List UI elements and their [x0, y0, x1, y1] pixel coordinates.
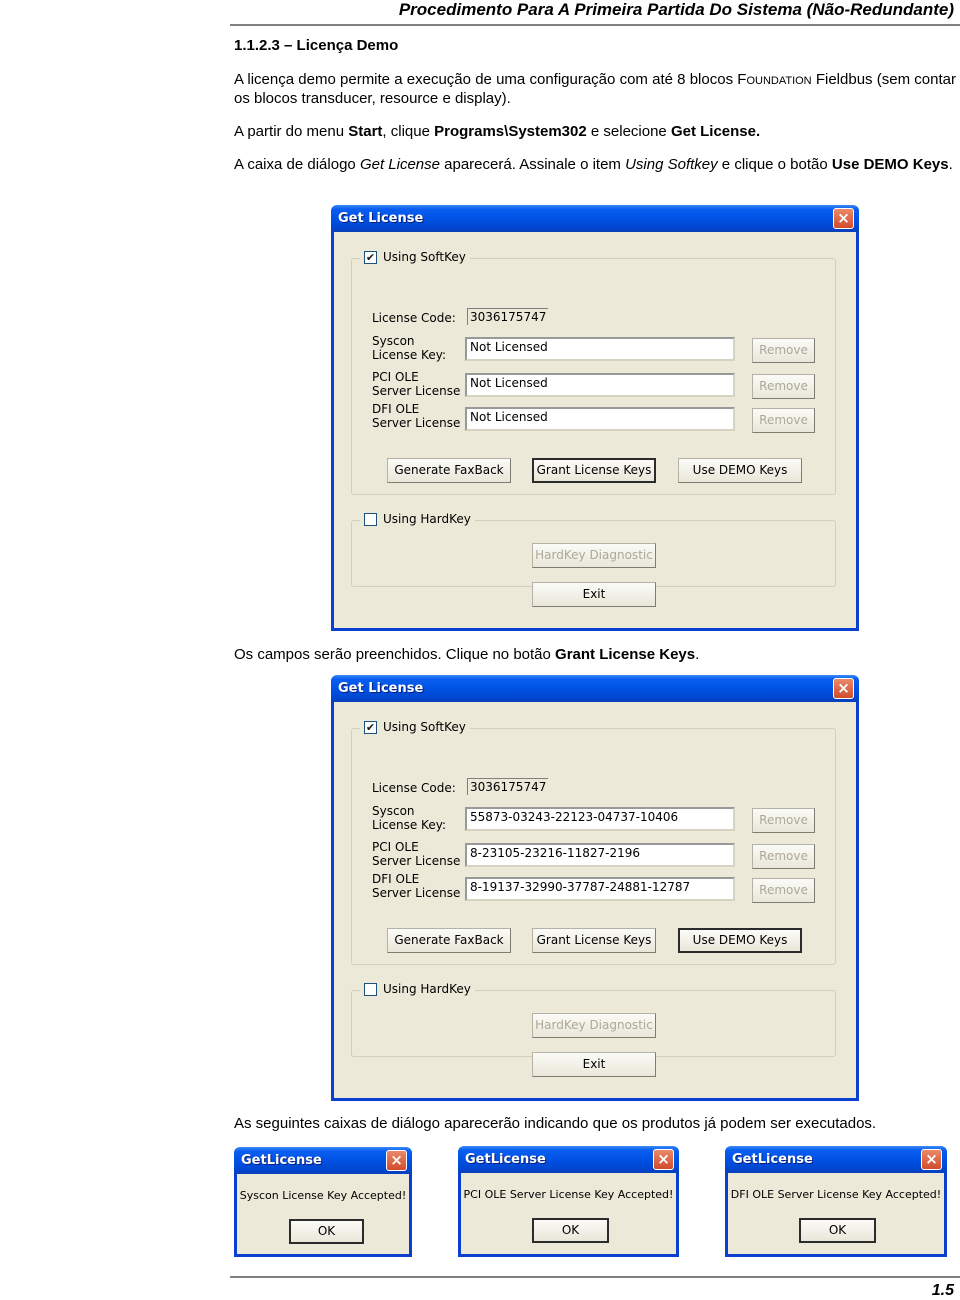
grant-license-keys-button[interactable]: Grant License Keys [532, 928, 656, 953]
pci-ole-license-label: PCI OLE Server License [372, 840, 461, 868]
close-icon[interactable]: × [921, 1149, 942, 1170]
using-softkey-checkbox[interactable]: ✔ [364, 720, 377, 734]
fields-filled-instruction: Os campos serão preenchidos. Clique no b… [234, 646, 700, 663]
use-demo-keys-button[interactable]: Use DEMO Keys [678, 928, 802, 953]
messagebox-text: DFI OLE Server License Key Accepted! [730, 1188, 942, 1201]
menu-instruction: A partir do menu Start, clique Programs\… [234, 123, 761, 140]
pci-ole-license-field[interactable]: 8-23105-23216-11827-2196 [465, 843, 735, 867]
using-softkey-label: Using SoftKey [383, 250, 466, 264]
using-hardkey-label: Using HardKey [383, 982, 471, 996]
footer-divider [230, 1276, 960, 1278]
exit-button[interactable]: Exit [532, 1052, 656, 1077]
using-hardkey-checkbox[interactable] [364, 512, 377, 526]
softkey-group: ✔ Using SoftKey License Code: 3036175747… [351, 720, 836, 965]
messagebox-title: GetLicense [241, 1153, 322, 1168]
license-code-value: 3036175747 [467, 308, 549, 325]
dialog-titlebar[interactable]: Get License × [331, 675, 859, 702]
license-code-label: License Code: [372, 311, 456, 325]
ok-button[interactable]: OK [799, 1218, 876, 1243]
license-code-label: License Code: [372, 781, 456, 795]
using-softkey-checkbox[interactable]: ✔ [364, 250, 377, 264]
hardkey-group: Using HardKey HardKey Diagnostic [351, 982, 836, 1057]
dfi-ole-license-label: DFI OLE Server License [372, 402, 461, 430]
syscon-license-label: Syscon License Key: [372, 334, 446, 362]
dialog-instruction: A caixa de diálogo Get License aparecerá… [234, 156, 953, 173]
remove-pci-button[interactable]: Remove [752, 844, 815, 869]
dialog-title: Get License [338, 681, 424, 696]
dfi-ole-license-label: DFI OLE Server License [372, 872, 461, 900]
grant-license-keys-button[interactable]: Grant License Keys [532, 458, 656, 483]
messagebox-text: Syscon License Key Accepted! [239, 1189, 407, 1202]
page-number: 1.5 [931, 1282, 954, 1299]
dfi-ole-license-field[interactable]: Not Licensed [465, 407, 735, 431]
messagebox-title: GetLicense [465, 1152, 546, 1167]
using-softkey-label: Using SoftKey [383, 720, 466, 734]
header-divider [230, 24, 960, 26]
generate-faxback-button[interactable]: Generate FaxBack [387, 928, 511, 953]
dialog-titlebar[interactable]: Get License × [331, 205, 859, 232]
messagebox-titlebar: GetLicense × [234, 1147, 412, 1174]
dfi-ole-license-field[interactable]: 8-19137-32990-37787-24881-12787 [465, 877, 735, 901]
use-demo-keys-button[interactable]: Use DEMO Keys [678, 458, 802, 483]
messagebox-titlebar: GetLicense × [725, 1146, 947, 1173]
license-code-value: 3036175747 [467, 778, 549, 795]
remove-syscon-button[interactable]: Remove [752, 338, 815, 363]
ok-button[interactable]: OK [289, 1219, 364, 1244]
hardkey-diagnostic-button[interactable]: HardKey Diagnostic [532, 1013, 656, 1038]
get-license-dialog-initial: Get License × ✔ Using SoftKey License Co… [331, 205, 859, 631]
dialog-title: Get License [338, 211, 424, 226]
remove-dfi-button[interactable]: Remove [752, 408, 815, 433]
page-header-title: Procedimento Para A Primeira Partida Do … [398, 0, 954, 19]
softkey-group: ✔ Using SoftKey License Code: 3036175747… [351, 250, 836, 495]
generate-faxback-button[interactable]: Generate FaxBack [387, 458, 511, 483]
ok-button[interactable]: OK [532, 1218, 609, 1243]
pci-ole-accepted-messagebox: GetLicense × PCI OLE Server License Key … [458, 1146, 679, 1257]
remove-dfi-button[interactable]: Remove [752, 878, 815, 903]
pci-ole-license-label: PCI OLE Server License [372, 370, 461, 398]
exit-button[interactable]: Exit [532, 582, 656, 607]
messagebox-text: PCI OLE Server License Key Accepted! [463, 1188, 674, 1201]
hardkey-diagnostic-button[interactable]: HardKey Diagnostic [532, 543, 656, 568]
syscon-license-field[interactable]: 55873-03243-22123-04737-10406 [465, 807, 735, 831]
syscon-license-field[interactable]: Not Licensed [465, 337, 735, 361]
close-icon[interactable]: × [833, 208, 854, 229]
confirmation-instruction: As seguintes caixas de diálogo aparecerã… [234, 1115, 877, 1132]
intro-paragraph: A licença demo permite a execução de uma… [234, 71, 956, 107]
using-hardkey-checkbox[interactable] [364, 982, 377, 996]
syscon-accepted-messagebox: GetLicense × Syscon License Key Accepted… [234, 1147, 412, 1257]
close-icon[interactable]: × [833, 678, 854, 699]
dfi-ole-accepted-messagebox: GetLicense × DFI OLE Server License Key … [725, 1146, 947, 1257]
syscon-license-label: Syscon License Key: [372, 804, 446, 832]
section-heading: 1.1.2.3 – Licença Demo [234, 37, 399, 54]
pci-ole-license-field[interactable]: Not Licensed [465, 373, 735, 397]
remove-syscon-button[interactable]: Remove [752, 808, 815, 833]
messagebox-titlebar: GetLicense × [458, 1146, 679, 1173]
close-icon[interactable]: × [386, 1150, 407, 1171]
get-license-dialog-filled: Get License × ✔ Using SoftKey License Co… [331, 675, 859, 1101]
using-hardkey-label: Using HardKey [383, 512, 471, 526]
hardkey-group: Using HardKey HardKey Diagnostic [351, 512, 836, 587]
close-icon[interactable]: × [653, 1149, 674, 1170]
remove-pci-button[interactable]: Remove [752, 374, 815, 399]
messagebox-title: GetLicense [732, 1152, 813, 1167]
